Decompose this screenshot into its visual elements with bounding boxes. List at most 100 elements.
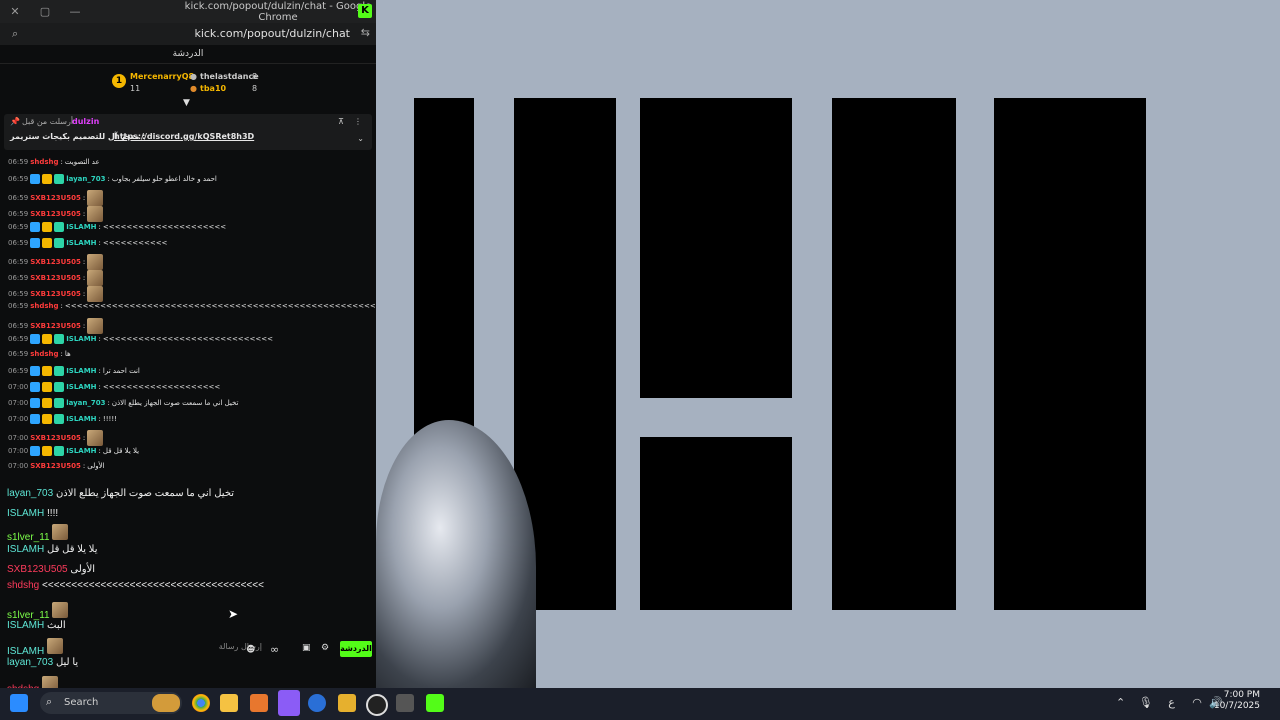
app-icon[interactable] — [338, 694, 356, 712]
send-chat-button[interactable]: الدردشة — [340, 641, 372, 657]
message-username[interactable]: ISLAMH — [66, 335, 96, 343]
message-time: 06:59 — [8, 350, 29, 358]
chat-message[interactable]: 06:59 SXB123U505: — [8, 286, 104, 302]
overlay-username: ISLAMH — [7, 646, 45, 657]
message-username[interactable]: ISLAMH — [66, 239, 96, 247]
message-text: عد التصويت — [64, 158, 100, 166]
settings-icon[interactable]: ⚙ — [321, 643, 329, 653]
message-username[interactable]: SXB123U505 — [30, 434, 81, 442]
message-username[interactable]: layan_703 — [66, 399, 105, 407]
chrome-icon[interactable] — [192, 694, 210, 712]
message-username[interactable]: SXB123U505 — [30, 210, 81, 218]
message-username[interactable]: SXB123U505 — [30, 194, 81, 202]
site-settings-icon[interactable]: ⇆ — [361, 26, 370, 39]
chat-message[interactable]: 07:00 ISLAMH: <<<<<<<<<<<<<<<<<<<< — [8, 382, 220, 392]
streamer-hood-image — [376, 420, 536, 688]
overlay-chat-line: ISLAMH البث — [7, 620, 66, 631]
url-text[interactable]: kick.com/popout/dulzin/chat — [194, 27, 350, 40]
chat-message[interactable]: 07:00 ISLAMH: يلا يلا قل قل — [8, 446, 139, 456]
discord-icon[interactable] — [278, 690, 300, 716]
overlay-chat-line: layan_703 يا ليل — [7, 657, 78, 668]
badge-icon — [30, 222, 41, 232]
chat-message[interactable]: 07:00 SXB123U505: — [8, 430, 104, 446]
weather-widget-icon[interactable] — [152, 694, 180, 712]
chat-message[interactable]: 06:59 SXB123U505: — [8, 254, 104, 270]
infinity-icon[interactable]: ∞ — [270, 643, 279, 656]
app-icon[interactable] — [396, 694, 414, 712]
badge-icon — [30, 238, 41, 248]
chat-message[interactable]: 06:59 shdshg: ها — [8, 350, 71, 358]
message-time: 07:00 — [8, 447, 29, 455]
medal-icon: ● — [190, 84, 197, 93]
chat-message[interactable]: 06:59 layan_703: احمد و خالد اعطو حلو سيلف… — [8, 174, 217, 184]
message-username[interactable]: ISLAMH — [66, 383, 96, 391]
app-icon[interactable] — [250, 694, 268, 712]
expand-icon[interactable]: ⌄ — [357, 134, 364, 143]
message-username[interactable]: ISLAMH — [66, 367, 96, 375]
chevron-up-icon[interactable]: ⌃ — [1116, 696, 1125, 709]
leader-third-name[interactable]: tba10 — [200, 84, 226, 93]
chat-message[interactable]: 06:59 SXB123U505: — [8, 206, 104, 222]
obs-icon[interactable] — [366, 694, 388, 716]
message-username[interactable]: shdshg — [30, 350, 58, 358]
overlay-username: s1lver_11 — [7, 532, 50, 543]
chat-message[interactable]: 06:59 ISLAMH: <<<<<<<<<<<<<<<<<<<<< — [8, 222, 226, 232]
message-username[interactable]: ISLAMH — [66, 223, 96, 231]
message-text: يلا يلا قل قل — [102, 447, 140, 455]
message-username[interactable]: layan_703 — [66, 175, 105, 183]
message-username[interactable]: ISLAMH — [66, 447, 96, 455]
system-tray[interactable]: ⌃ 🎙 ع ◠ 🔊 — [1116, 696, 1223, 709]
overlay-chat-line: ISLAMH يلا يلا قل قل — [7, 544, 98, 555]
badge-icon — [30, 414, 41, 424]
message-username[interactable]: SXB123U505 — [30, 274, 81, 282]
address-bar[interactable]: ⌕ kick.com/popout/dulzin/chat ⇆ — [0, 23, 376, 45]
message-text: <<<<<<<<<<<<<<<<<<<< — [102, 383, 221, 391]
leader-second-name[interactable]: thelastdance — [200, 72, 259, 81]
wifi-icon[interactable]: ◠ — [1192, 696, 1202, 709]
language-indicator[interactable]: ع — [1168, 696, 1175, 709]
message-username[interactable]: shdshg — [30, 302, 58, 310]
sub-badge-icon — [54, 238, 65, 248]
chat-message[interactable]: 06:59 ISLAMH: <<<<<<<<<<< — [8, 238, 167, 248]
search-icon[interactable]: ⌕ — [12, 27, 18, 41]
chat-message[interactable]: 07:00 SXB123U505: الأولى — [8, 462, 105, 470]
emote-image — [52, 602, 69, 618]
chat-message[interactable]: 06:59 shdshg: <<<<<<<<<<<<<<<<<<<<<<<<<<<<… — [8, 302, 376, 310]
microphone-icon[interactable]: 🎙 — [1139, 696, 1153, 709]
chat-message[interactable]: 06:59 SXB123U505: — [8, 318, 104, 334]
kick-app-icon[interactable] — [426, 694, 444, 712]
pinned-user[interactable]: dulzin — [72, 117, 99, 126]
leader-first-name[interactable]: MercenarryQ8 — [130, 72, 194, 81]
collapse-icon[interactable]: ▼ — [183, 98, 190, 108]
more-icon[interactable]: ⋮ — [354, 117, 362, 126]
chat-message[interactable]: 07:00 layan_703: تخيل اني ما سمعت صوت الجه… — [8, 398, 239, 408]
chat-message[interactable]: 06:59 SXB123U505: — [8, 190, 104, 206]
badge-icon — [30, 174, 41, 184]
sub-badge-icon — [54, 414, 65, 424]
file-explorer-icon[interactable] — [220, 694, 238, 712]
windows-start-icon[interactable] — [10, 694, 28, 712]
message-username[interactable]: SXB123U505 — [30, 290, 81, 298]
message-username[interactable]: SXB123U505 — [30, 322, 81, 330]
gift-icon[interactable]: ▣ — [302, 643, 311, 653]
sub-badge-icon — [54, 382, 65, 392]
pinned-link[interactable]: https://discord.gg/kQSRet8h3D — [114, 132, 254, 141]
message-username[interactable]: SXB123U505 — [30, 462, 81, 470]
message-time: 06:59 — [8, 302, 29, 310]
emote-image — [87, 270, 104, 286]
unpin-icon[interactable]: ⊼ — [338, 117, 344, 126]
chat-message[interactable]: 07:00 ISLAMH:!!!!! — [8, 414, 117, 424]
message-username[interactable]: SXB123U505 — [30, 258, 81, 266]
message-username[interactable]: shdshg — [30, 158, 58, 166]
message-username[interactable]: ISLAMH — [66, 415, 96, 423]
emote-image — [87, 430, 104, 446]
leader-first-count: 11 — [130, 84, 141, 93]
chat-message[interactable]: 06:59 SXB123U505: — [8, 270, 104, 286]
app-icon[interactable] — [308, 694, 326, 712]
taskbar-clock[interactable]: 7:00 PM 10/7/2025 — [1214, 690, 1260, 712]
chat-message[interactable]: 06:59 shdshg: عد التصويت — [8, 158, 100, 166]
chat-message[interactable]: 06:59 ISLAMH: <<<<<<<<<<<<<<<<<<<<<<<<<<<<… — [8, 334, 273, 344]
crown-badge-icon — [42, 174, 53, 184]
chat-input[interactable]: إرسال رسالة — [182, 642, 262, 656]
chat-message[interactable]: 06:59 ISLAMH: انت احمد ترا — [8, 366, 140, 376]
